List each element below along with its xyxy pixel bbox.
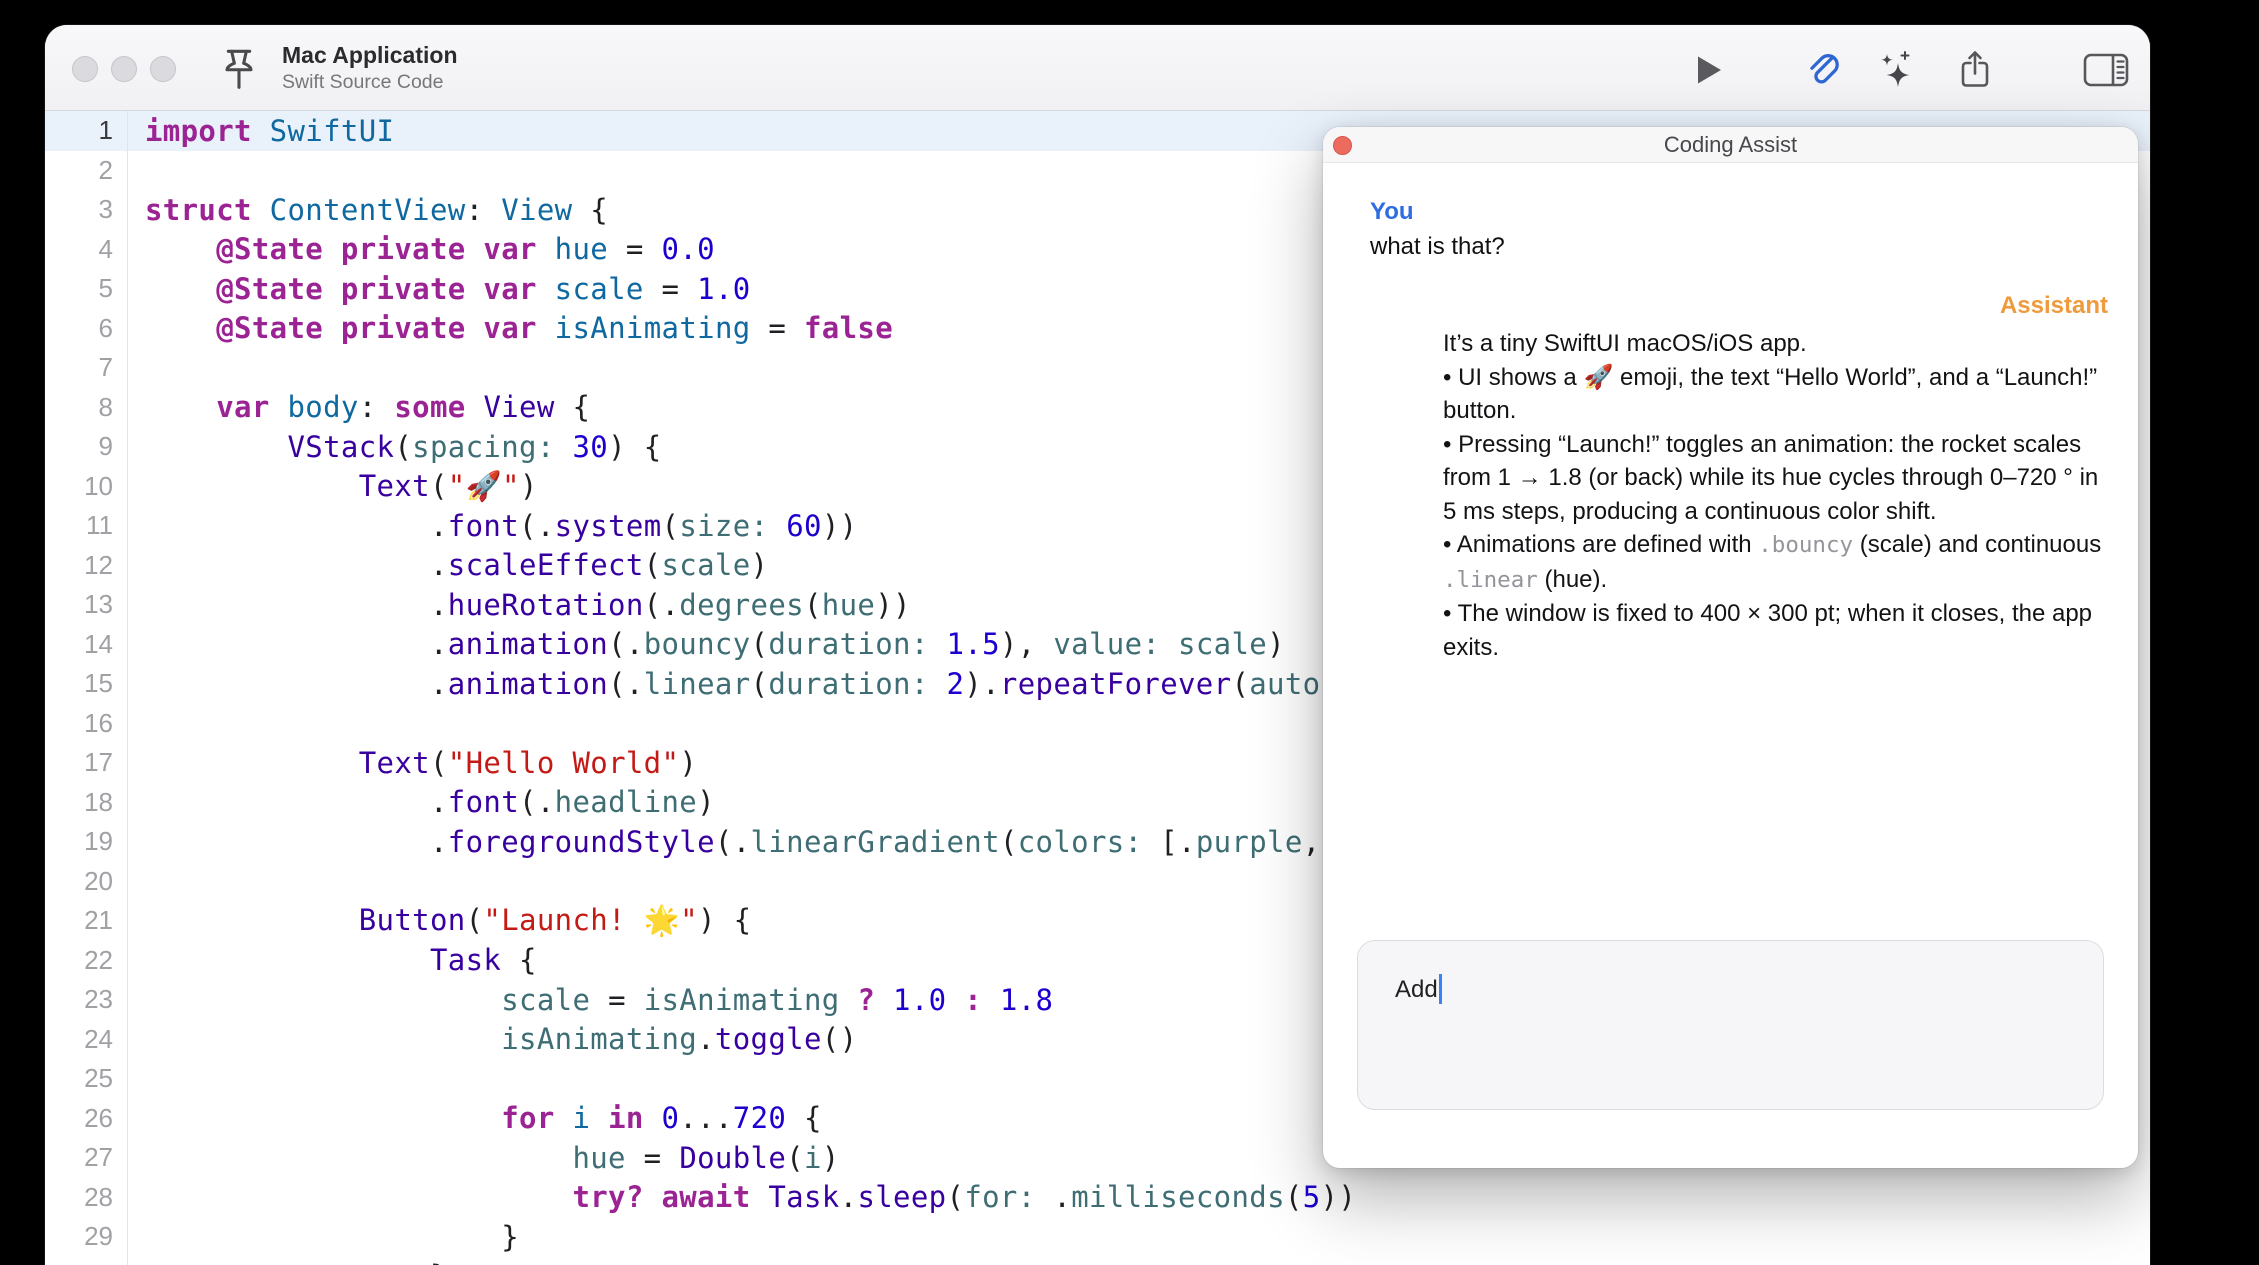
role-label-user: You <box>1370 197 2108 227</box>
code-text: .foregroundStyle(.linearGradient(colors:… <box>127 825 1374 859</box>
message-user: You what is that? <box>1370 197 2108 263</box>
sparkles-icon <box>1873 47 1919 93</box>
ai-assist-button[interactable] <box>1870 47 1922 93</box>
line-number: 21 <box>45 905 127 936</box>
line-number: 15 <box>45 668 127 699</box>
traffic-light-zoom[interactable] <box>150 56 176 82</box>
line-number: 23 <box>45 984 127 1015</box>
line-number: 26 <box>45 1103 127 1134</box>
line-number: 11 <box>45 510 127 541</box>
line-number: 28 <box>45 1182 127 1213</box>
coding-assist-panel: Coding Assist Youwhat is that?AssistantI… <box>1323 127 2138 1168</box>
code-text: try? await Task.sleep(for: .milliseconds… <box>127 1180 1356 1214</box>
code-text: import SwiftUI <box>127 114 394 148</box>
line-number: 24 <box>45 1024 127 1055</box>
assist-panel-titlebar[interactable]: Coding Assist <box>1323 127 2138 163</box>
assist-panel-title: Coding Assist <box>1323 127 2138 162</box>
code-text: Button("Launch! 🌟") { <box>127 903 751 938</box>
line-number: 3 <box>45 194 127 225</box>
role-label-assistant: Assistant <box>1370 291 2108 321</box>
traffic-light-minimize[interactable] <box>111 56 137 82</box>
code-text: for i in 0...720 { <box>127 1101 822 1135</box>
code-text: } <box>127 1259 448 1265</box>
assistant-message-text: It’s a tiny SwiftUI macOS/iOS app.• UI s… <box>1443 327 2118 664</box>
code-line[interactable]: 29 } <box>45 1217 2150 1257</box>
code-line[interactable]: 30 } <box>45 1257 2150 1265</box>
line-number: 9 <box>45 431 127 462</box>
code-text: var body: some View { <box>127 390 590 424</box>
line-number: 27 <box>45 1142 127 1173</box>
screen: { "window": { "title": "Mac Application"… <box>0 0 2259 1265</box>
code-text: .font(.headline) <box>127 785 715 819</box>
line-number: 8 <box>45 392 127 423</box>
chat-messages: You what is that? AssistantIt’s a tiny Swi… <box>1370 197 2108 664</box>
line-number: 20 <box>45 866 127 897</box>
line-number: 5 <box>45 273 127 304</box>
paperclip-icon <box>1802 47 1848 93</box>
play-icon <box>1687 50 1727 90</box>
code-text: Text("Hello World") <box>127 746 697 780</box>
code-text: .hueRotation(.degrees(hue)) <box>127 588 911 622</box>
line-number: 25 <box>45 1063 127 1094</box>
sidebar-toggle-button[interactable] <box>2080 47 2132 93</box>
window-title: Mac Application <box>282 43 458 68</box>
share-icon <box>1952 47 1998 93</box>
line-number: 22 <box>45 945 127 976</box>
code-text: scale = isAnimating ? 1.0 : 1.8 <box>127 983 1053 1017</box>
line-number: 7 <box>45 352 127 383</box>
line-number: 4 <box>45 234 127 265</box>
window-title-block: Mac Application Swift Source Code <box>282 25 458 111</box>
attach-button[interactable] <box>1799 47 1851 93</box>
run-button[interactable] <box>1681 47 1733 93</box>
panel-close-button[interactable] <box>1333 136 1352 155</box>
code-text: @State private var scale = 1.0 <box>127 272 751 306</box>
traffic-light-close[interactable] <box>72 56 98 82</box>
code-text: .scaleEffect(scale) <box>127 548 768 582</box>
line-number: 2 <box>45 155 127 186</box>
line-number: 1 <box>45 115 127 146</box>
line-number: 29 <box>45 1221 127 1252</box>
code-text: VStack(spacing: 30) { <box>127 430 662 464</box>
code-text: @State private var hue = 0.0 <box>127 232 715 266</box>
code-text: } <box>127 1220 519 1254</box>
main-window: Mac Application Swift Source Code <box>45 25 2150 1265</box>
code-text: isAnimating.toggle() <box>127 1022 857 1056</box>
code-text: struct ContentView: View { <box>127 193 608 227</box>
code-text: .font(.system(size: 60)) <box>127 509 857 543</box>
window-subtitle: Swift Source Code <box>282 71 458 93</box>
code-text: Text("🚀") <box>127 469 538 504</box>
code-text: @State private var isAnimating = false <box>127 311 893 345</box>
chat-input-value: Add <box>1395 976 1438 1003</box>
line-number: 19 <box>45 826 127 857</box>
line-number: 18 <box>45 787 127 818</box>
line-number: 13 <box>45 589 127 620</box>
chat-input[interactable]: Add <box>1357 940 2104 1110</box>
window-titlebar[interactable]: Mac Application Swift Source Code <box>45 25 2150 111</box>
line-number: 14 <box>45 629 127 660</box>
line-number: 10 <box>45 471 127 502</box>
code-text: .animation(.bouncy(duration: 1.5), value… <box>127 627 1285 661</box>
user-message-text: what is that? <box>1370 231 2108 263</box>
code-text: Task { <box>127 943 537 977</box>
line-number: 30 <box>45 1261 127 1265</box>
sidebar-icon <box>2081 50 2131 90</box>
gutter-separator <box>127 111 128 1265</box>
line-number: 6 <box>45 313 127 344</box>
message-assistant: AssistantIt’s a tiny SwiftUI macOS/iOS a… <box>1370 291 2108 664</box>
share-button[interactable] <box>1949 47 2001 93</box>
line-number: 16 <box>45 708 127 739</box>
code-line[interactable]: 28 try? await Task.sleep(for: .milliseco… <box>45 1178 2150 1218</box>
text-caret <box>1439 974 1443 1004</box>
code-text: .animation(.linear(duration: 2).repeatFo… <box>127 667 1374 701</box>
pin-icon <box>212 42 266 98</box>
code-text: hue = Double(i) <box>127 1141 840 1175</box>
line-number: 12 <box>45 550 127 581</box>
line-number: 17 <box>45 747 127 778</box>
